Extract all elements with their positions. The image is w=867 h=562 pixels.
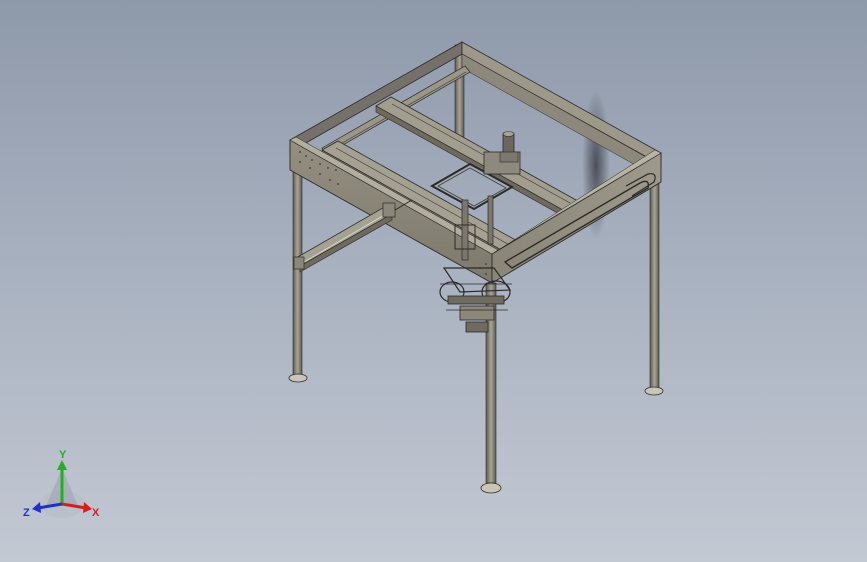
graphics-viewport[interactable]: Y X Z [0,0,867,562]
x-axis-label: X [92,507,100,519]
orientation-triad[interactable]: Y X Z [22,446,106,524]
y-arrowhead-icon [57,460,67,470]
z-axis-label: Z [23,507,30,519]
gantry-frame-model[interactable] [0,0,867,562]
z-arrowhead-icon [32,502,41,513]
y-axis-label: Y [59,449,67,461]
linear-actuator [293,199,413,273]
x-arrowhead-icon [83,502,92,513]
